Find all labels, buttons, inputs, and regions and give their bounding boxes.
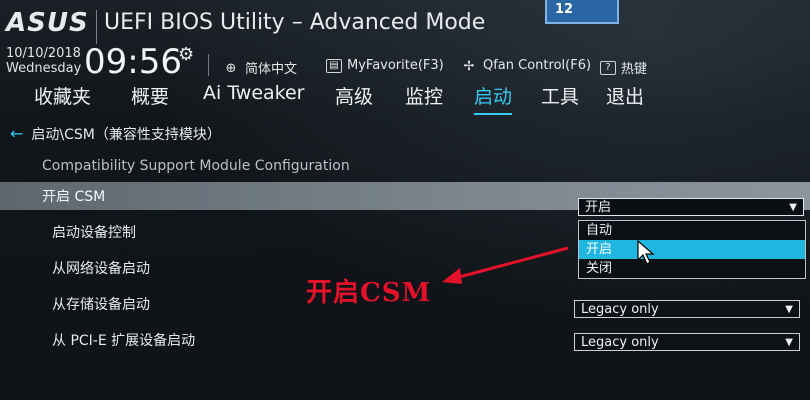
myfavorite-label: MyFavorite(F3) [347,58,444,73]
boot-from-pcie-select[interactable]: Legacy only ▼ [574,333,800,351]
boot-from-storage-select[interactable]: Legacy only ▼ [574,300,800,318]
qfan-button[interactable]: ✢ Qfan Control(F6) [460,58,592,74]
hotkeys-button[interactable]: ? 热键 [600,58,647,77]
qfan-label: Qfan Control(F6) [483,58,592,73]
mouse-cursor-icon [637,240,655,265]
chevron-down-icon: ▼ [785,337,793,348]
breadcrumb-text: 启动\CSM（兼容性支持模块） [31,127,221,143]
title-divider [96,10,97,44]
boot-from-pcie-label[interactable]: 从 PCI-E 扩展设备启动 [52,330,195,350]
globe-icon: ⊕ [225,60,237,76]
language-label: 简体中文 [245,62,298,77]
tab-ai-tweaker[interactable]: Ai Tweaker [203,82,304,104]
asus-logo: ASUS [6,8,89,38]
annotation-text: 开启CSM [306,278,432,308]
corner-badge-text: 12 [555,2,574,17]
tab-monitor[interactable]: 监控 [405,82,443,109]
bios-screen: ASUS UEFI BIOS Utility – Advanced Mode 1… [0,0,810,400]
dropdown-option-enable[interactable]: 开启 [579,240,805,259]
bios-title: UEFI BIOS Utility – Advanced Mode [104,10,486,35]
date-display: 10/10/2018 Wednesday [6,46,81,76]
dropdown-option-auto[interactable]: 自动 [579,221,805,240]
date-text: 10/10/2018 [6,46,81,61]
tab-tools[interactable]: 工具 [541,82,579,109]
main-tabs: 收藏夹 概要 Ai Tweaker 高级 监控 启动 工具 退出 [0,82,810,122]
tab-overview[interactable]: 概要 [131,82,169,109]
hotkeys-label: 热键 [621,62,648,77]
status-divider [208,54,209,76]
chevron-down-icon: ▼ [785,304,793,315]
language-button[interactable]: ⊕ 简体中文 [222,58,298,78]
chevron-down-icon: ▼ [789,202,797,213]
boot-from-storage-value: Legacy only [581,302,659,317]
boot-from-network-label[interactable]: 从网络设备启动 [52,258,150,278]
clock-display: 09:56 [84,42,182,82]
launch-csm-select[interactable]: 开启 ▼ [578,198,804,216]
launch-csm-dropdown: 自动 开启 关闭 [578,220,806,279]
gear-icon[interactable]: ⚙ [178,44,194,65]
launch-csm-value: 开启 [585,200,612,215]
breadcrumb: ← 启动\CSM（兼容性支持模块） [10,124,221,144]
launch-csm-label: 开启 CSM [42,189,106,205]
help-icon: ? [600,60,616,75]
tab-boot[interactable]: 启动 [474,82,513,115]
weekday-text: Wednesday [6,61,82,76]
tab-exit[interactable]: 退出 [606,82,644,109]
tab-favorites[interactable]: 收藏夹 [34,82,91,109]
boot-from-pcie-value: Legacy only [581,335,659,350]
boot-from-storage-label[interactable]: 从存储设备启动 [52,294,150,314]
tab-advanced[interactable]: 高级 [335,82,373,109]
corner-badge: 12 [545,0,619,24]
annotation-arrow-icon [442,246,569,284]
back-arrow-icon[interactable]: ← [10,124,23,143]
section-subtitle: Compatibility Support Module Configurati… [42,158,350,174]
fan-icon: ✢ [463,58,475,74]
boot-device-control-label[interactable]: 启动设备控制 [52,222,136,242]
favorite-icon: ▤ [326,58,342,73]
dropdown-option-disable[interactable]: 关闭 [579,259,805,278]
myfavorite-button[interactable]: ▤ MyFavorite(F3) [326,58,444,73]
